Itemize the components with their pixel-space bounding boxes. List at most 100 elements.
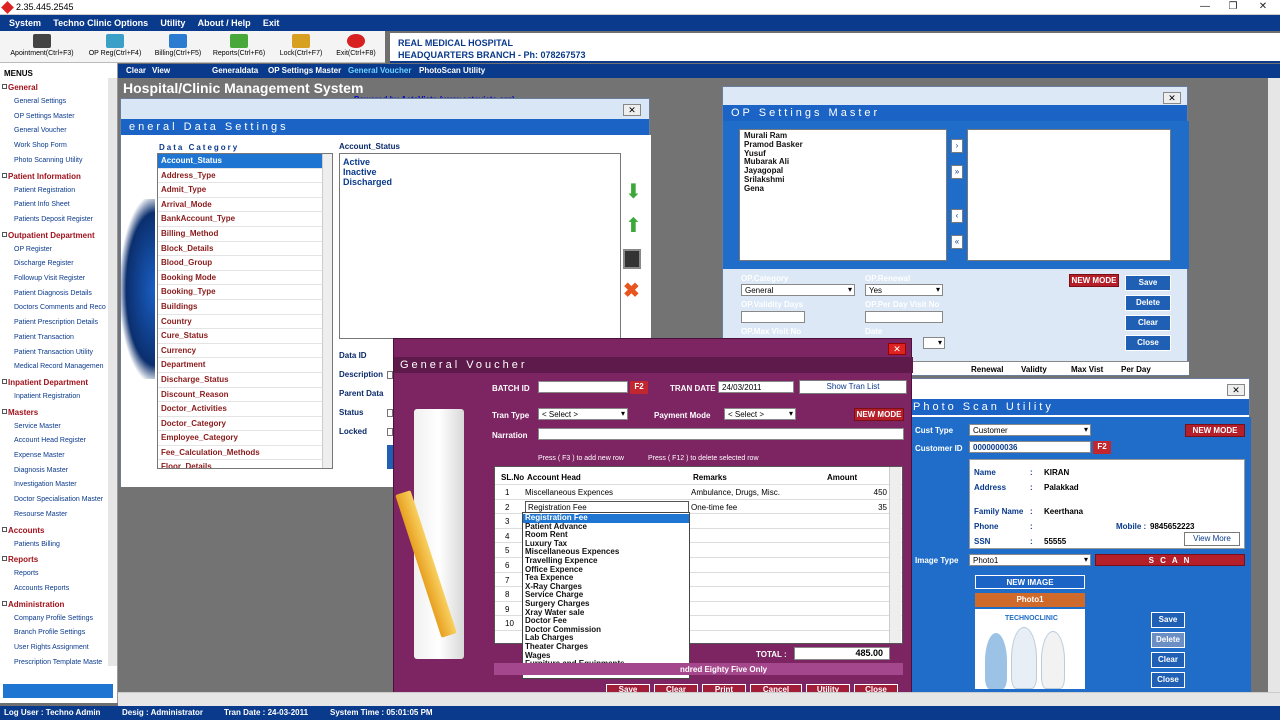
category-item[interactable]: Currency — [158, 344, 332, 359]
photo-close-button[interactable]: Close — [1151, 672, 1185, 688]
horizontal-scrollbar[interactable] — [118, 692, 1280, 706]
photo-tab[interactable]: Photo1 — [975, 593, 1085, 607]
sidebar-item[interactable]: Medical Record Managemen — [0, 360, 117, 375]
menu-techno-clinic-options[interactable]: Techno Clinic Options — [48, 15, 153, 31]
sidebar-item[interactable]: General Settings — [0, 95, 117, 110]
reports-button[interactable]: Reports(Ctrl+F6) — [210, 31, 268, 63]
grid-scrollbar[interactable] — [889, 467, 901, 643]
op-new-mode-button[interactable]: NEW MODE — [1069, 274, 1119, 287]
op-category-select[interactable]: General — [741, 284, 855, 296]
cust-id-input[interactable]: 0000000036 — [969, 441, 1091, 453]
category-item[interactable]: Fee_Calculation_Methods — [158, 446, 332, 461]
sidebar-item[interactable]: Patient Registration — [0, 184, 117, 199]
sidebar-item[interactable]: Photo Scanning Utility — [0, 154, 117, 169]
category-scrollbar[interactable] — [322, 154, 332, 468]
view-more-button[interactable]: View More — [1184, 532, 1240, 546]
op-clear-button[interactable]: Clear — [1125, 315, 1171, 331]
category-item[interactable]: Address_Type — [158, 169, 332, 184]
scan-button[interactable]: S C A N — [1095, 554, 1245, 566]
sidebar-group[interactable]: Inpatient Department — [0, 375, 117, 390]
delete-x-icon[interactable]: ✖ — [623, 281, 641, 303]
tab-op-settings-master[interactable]: OP Settings Master — [268, 66, 341, 75]
category-item[interactable]: Booking_Type — [158, 285, 332, 300]
close-icon[interactable]: ✕ — [1227, 384, 1245, 396]
tab-generaldata[interactable]: Generaldata — [212, 66, 258, 75]
sidebar-item[interactable]: Resourse Master — [0, 508, 117, 523]
image-type-select[interactable]: Photo1 — [969, 554, 1091, 566]
lock-button[interactable]: Lock(Ctrl+F7) — [276, 31, 326, 63]
list-item[interactable]: Srilakshmi — [744, 175, 942, 185]
values-list[interactable]: Active Inactive Discharged — [339, 153, 621, 339]
category-item[interactable]: Arrival_Mode — [158, 198, 332, 213]
sidebar-item[interactable]: Investigation Master — [0, 478, 117, 493]
sidebar-group[interactable]: General — [0, 80, 117, 95]
category-item[interactable]: Doctor_Activities — [158, 402, 332, 417]
minimize-button[interactable]: — — [1192, 1, 1218, 13]
op-reg-button[interactable]: OP Reg(Ctrl+F4) — [84, 31, 146, 63]
payment-mode-select[interactable]: < Select > — [724, 408, 796, 420]
sidebar-item[interactable]: Prescription Template Maste — [0, 656, 117, 671]
sidebar-item[interactable]: User Rights Assignment — [0, 641, 117, 656]
batch-id-input[interactable] — [538, 381, 628, 393]
category-item[interactable]: BankAccount_Type — [158, 212, 332, 227]
category-item[interactable]: Cure_Status — [158, 329, 332, 344]
sidebar-item[interactable]: Patient Diagnosis Details — [0, 287, 117, 302]
op-delete-button[interactable]: Delete — [1125, 295, 1171, 311]
cust-id-lookup-button[interactable]: F2 — [1093, 441, 1111, 454]
save-disk-icon[interactable] — [623, 249, 641, 269]
move-all-right-button[interactable]: » — [951, 165, 963, 179]
value-item[interactable]: Discharged — [343, 177, 617, 187]
sidebar-item[interactable]: Patient Transaction — [0, 331, 117, 346]
sidebar-item[interactable]: Patient Transaction Utility — [0, 346, 117, 361]
view-link[interactable]: View — [152, 66, 170, 75]
menu-system[interactable]: System — [4, 15, 46, 31]
sidebar-group[interactable]: Accounts — [0, 523, 117, 538]
sidebar-item[interactable]: Patient Prescription Details — [0, 316, 117, 331]
sidebar-group[interactable]: Reports — [0, 552, 117, 567]
list-item[interactable]: Gena — [744, 184, 942, 194]
category-item[interactable]: Blood_Group — [158, 256, 332, 271]
selected-list[interactable] — [967, 129, 1171, 261]
sidebar-item[interactable]: OP Settings Master — [0, 110, 117, 125]
category-item[interactable]: Floor_Details — [158, 460, 332, 468]
sidebar-item[interactable]: Accounts Reports — [0, 582, 117, 597]
maximize-button[interactable]: ❐ — [1220, 1, 1246, 13]
arrow-down-icon[interactable]: ⬇ — [625, 182, 642, 205]
tran-date-input[interactable]: 24/03/2011 — [718, 381, 794, 393]
sidebar-item[interactable]: Patients Deposit Register — [0, 213, 117, 228]
new-image-button[interactable]: NEW IMAGE — [975, 575, 1085, 589]
category-item[interactable]: Country — [158, 315, 332, 330]
category-item[interactable]: Discount_Reason — [158, 388, 332, 403]
sidebar-item[interactable]: OP Register — [0, 243, 117, 258]
table-row[interactable]: 1 Miscellaneous Expences Ambulance, Drugs,… — [495, 485, 902, 500]
appointment-button[interactable]: Apointment(Ctrl+F3) — [6, 31, 78, 63]
category-item[interactable]: Department — [158, 358, 332, 373]
photo-clear-button[interactable]: Clear — [1151, 652, 1185, 668]
tab-general-voucher[interactable]: General Voucher — [348, 66, 411, 75]
close-icon[interactable]: ✕ — [1163, 92, 1181, 104]
menu-about-help[interactable]: About / Help — [193, 15, 256, 31]
close-window-button[interactable]: ✕ — [1250, 1, 1276, 13]
value-item[interactable]: Active — [343, 157, 617, 167]
category-item[interactable]: Block_Details — [158, 242, 332, 257]
cust-type-select[interactable]: Customer — [969, 424, 1091, 436]
sidebar-item[interactable]: Branch Profile Settings — [0, 626, 117, 641]
voucher-new-mode-button[interactable]: NEW MODE — [854, 408, 904, 421]
batch-lookup-button[interactable]: F2 — [630, 381, 648, 394]
op-validity-input[interactable] — [741, 311, 805, 323]
tran-type-select[interactable]: < Select > — [538, 408, 628, 420]
value-item[interactable]: Inactive — [343, 167, 617, 177]
cell-head[interactable]: Miscellaneous Expences — [525, 488, 613, 497]
narration-input[interactable] — [538, 428, 904, 440]
sidebar-item[interactable]: Followup Visit Register — [0, 272, 117, 287]
doctor-list[interactable]: Murali Ram Pramod Basker Yusuf Mubarak A… — [739, 129, 947, 261]
sidebar-item[interactable]: Doctors Comments and Reco — [0, 301, 117, 316]
menu-exit[interactable]: Exit — [258, 15, 285, 31]
sidebar-item[interactable]: Patients Billing — [0, 538, 117, 553]
close-icon[interactable]: ✕ — [888, 343, 906, 355]
sidebar-item[interactable]: Diagnosis Master — [0, 464, 117, 479]
category-item[interactable]: Booking Mode — [158, 271, 332, 286]
sidebar-item[interactable]: Account Head Register — [0, 434, 117, 449]
sidebar-item[interactable]: Company Profile Settings — [0, 612, 117, 627]
sidebar-group[interactable]: Masters — [0, 405, 117, 420]
